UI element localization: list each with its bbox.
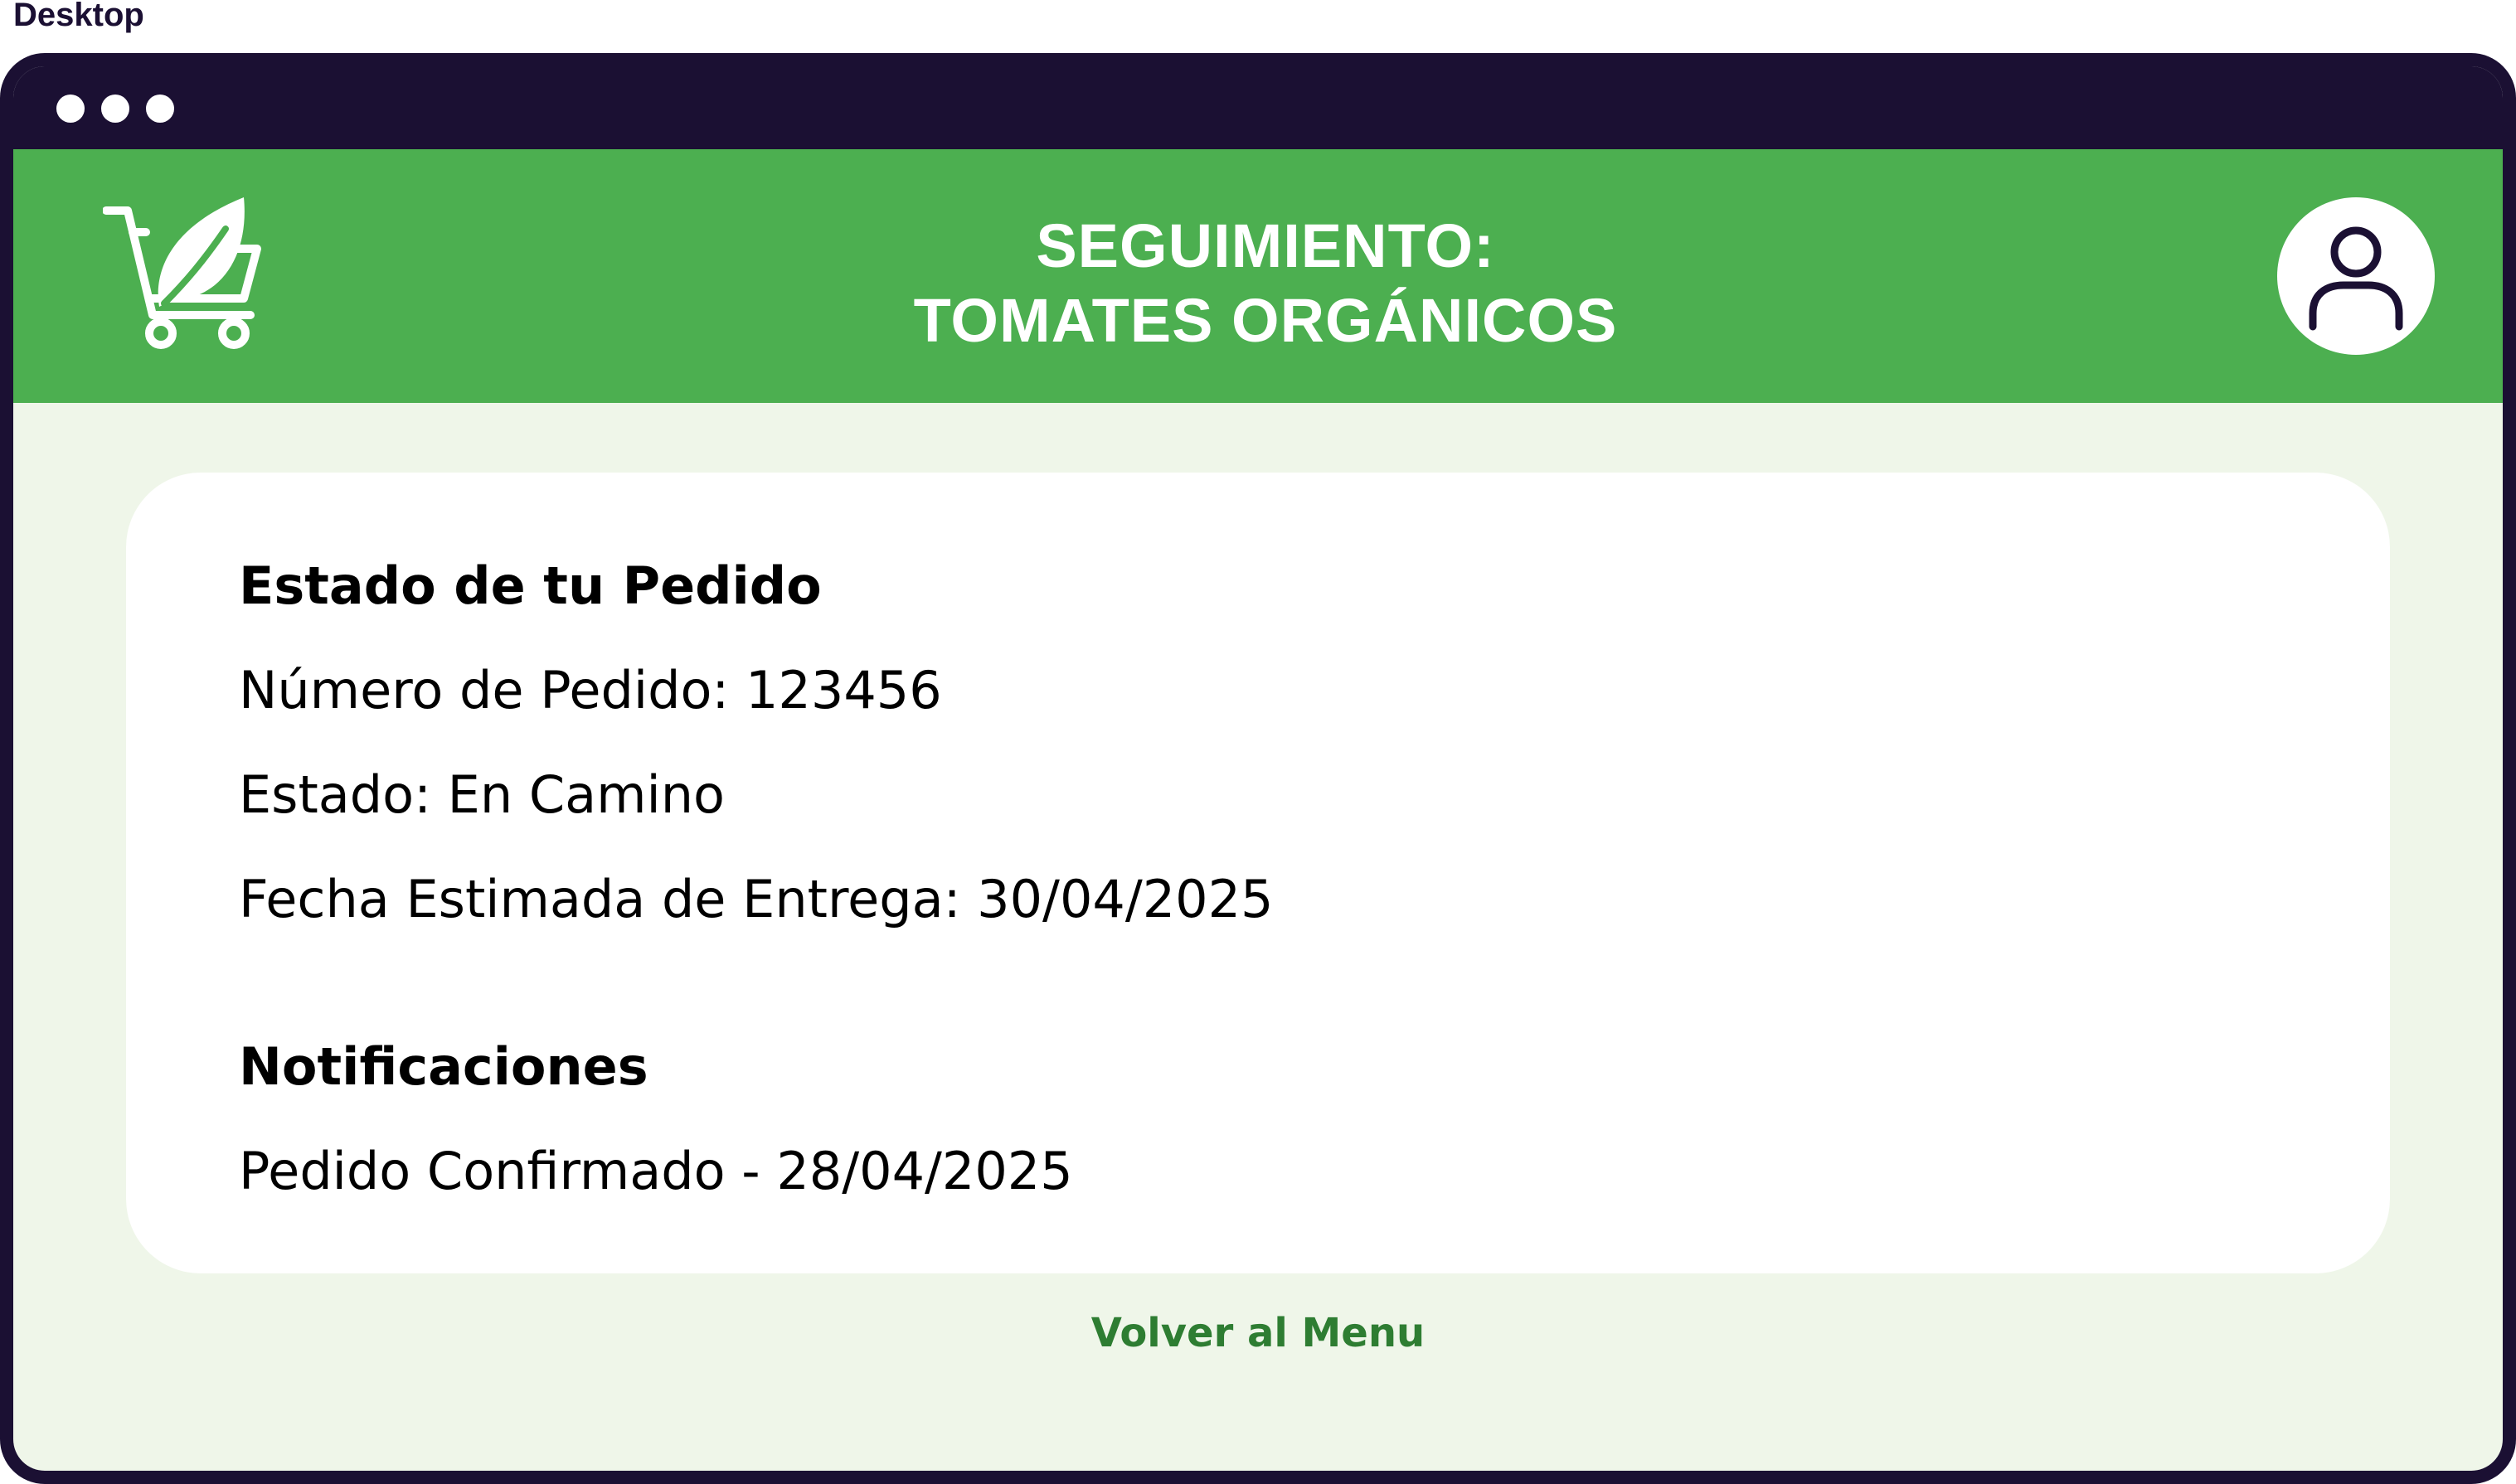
order-status-heading: Estado de tu Pedido xyxy=(239,555,822,616)
window-content: SEGUIMIENTO: TOMATES ORGÁNICOS Estado de… xyxy=(13,66,2503,1471)
window-dot xyxy=(146,95,174,123)
window-titlebar xyxy=(13,66,2503,149)
estimated-delivery: Fecha Estimada de Entrega: 30/04/2025 xyxy=(239,869,1274,929)
back-to-menu-link[interactable]: Volver al Menu xyxy=(13,1310,2503,1356)
user-profile-button[interactable] xyxy=(2277,197,2435,355)
notifications-heading: Notificaciones xyxy=(239,1036,648,1097)
app-header: SEGUIMIENTO: TOMATES ORGÁNICOS xyxy=(13,149,2503,403)
order-state: Estado: En Camino xyxy=(239,764,725,825)
shopping-cart-leaf-icon[interactable] xyxy=(102,191,269,356)
browser-window: SEGUIMIENTO: TOMATES ORGÁNICOS Estado de… xyxy=(0,53,2516,1484)
user-icon xyxy=(2309,226,2403,331)
page-title-line2: TOMATES ORGÁNICOS xyxy=(913,286,1618,355)
window-dot xyxy=(101,95,129,123)
page-title: SEGUIMIENTO: TOMATES ORGÁNICOS xyxy=(511,209,2020,358)
notification-item: Pedido Confirmado - 28/04/2025 xyxy=(239,1141,1073,1201)
window-dot xyxy=(56,95,85,123)
frame-label: Desktop xyxy=(13,0,144,33)
page-title-line1: SEGUIMIENTO: xyxy=(1036,211,1495,280)
order-number: Número de Pedido: 123456 xyxy=(239,660,942,720)
order-status-card: Estado de tu Pedido Número de Pedido: 12… xyxy=(126,473,2390,1273)
